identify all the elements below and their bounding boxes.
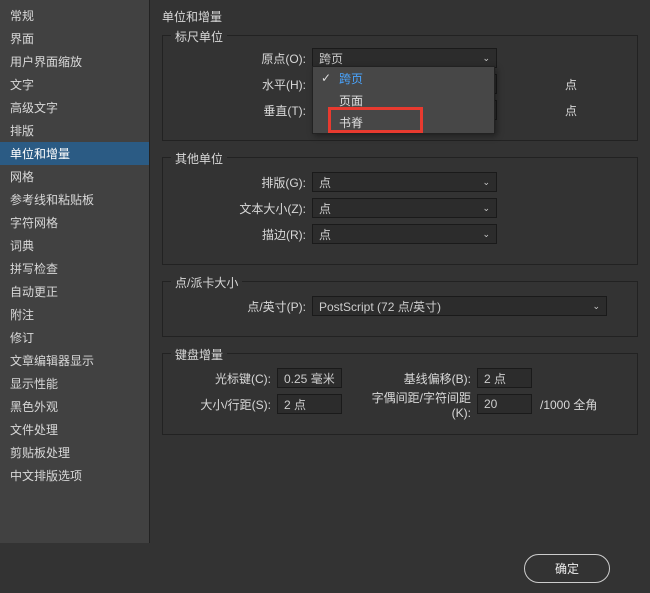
chevron-down-icon: ⌄ (482, 229, 490, 240)
chevron-down-icon: ⌄ (482, 53, 490, 64)
typesetting-select[interactable]: 点 ⌄ (312, 172, 497, 192)
horizontal-label: 水平(H): (177, 76, 312, 93)
sidebar-item-file-handling[interactable]: 文件处理 (0, 418, 149, 441)
textsize-label: 文本大小(Z): (177, 200, 312, 217)
typesetting-select-value: 点 (319, 174, 331, 191)
sidebar-item-track-changes[interactable]: 修订 (0, 326, 149, 349)
group-other-units-label: 其他单位 (171, 150, 227, 167)
sidebar-item-type[interactable]: 文字 (0, 73, 149, 96)
origin-select[interactable]: 跨页 ⌄ (312, 48, 497, 68)
group-ruler-units-label: 标尺单位 (171, 28, 227, 45)
content-panel: 单位和增量 标尺单位 原点(O): 跨页 ⌄ 水平(H): 点 ⌄ 点 垂直(T (150, 0, 650, 543)
kerning-unit: /1000 全角 (532, 396, 597, 413)
points-per-inch-label: 点/英寸(P): (177, 298, 312, 315)
sidebar-item-guides-pasteboard[interactable]: 参考线和粘贴板 (0, 188, 149, 211)
group-ruler-units: 标尺单位 原点(O): 跨页 ⌄ 水平(H): 点 ⌄ 点 垂直(T): 点 (162, 35, 638, 141)
sidebar-item-general[interactable]: 常规 (0, 4, 149, 27)
baseline-shift-label: 基线偏移(B): (357, 370, 477, 387)
sidebar-item-autocorrect[interactable]: 自动更正 (0, 280, 149, 303)
page-title: 单位和增量 (162, 8, 638, 25)
sidebar-item-story-editor[interactable]: 文章编辑器显示 (0, 349, 149, 372)
stroke-select[interactable]: 点 ⌄ (312, 224, 497, 244)
sidebar-item-interface[interactable]: 界面 (0, 27, 149, 50)
typesetting-label: 排版(G): (177, 174, 312, 191)
stroke-label: 描边(R): (177, 226, 312, 243)
stroke-select-value: 点 (319, 226, 331, 243)
textsize-select-value: 点 (319, 200, 331, 217)
origin-label: 原点(O): (177, 50, 312, 67)
ok-button[interactable]: 确定 (524, 554, 610, 583)
kerning-input[interactable]: 20 (477, 394, 532, 414)
sidebar-item-clipboard[interactable]: 剪贴板处理 (0, 441, 149, 464)
dropdown-item-spread[interactable]: 跨页 (313, 67, 494, 89)
sidebar-item-advanced-type[interactable]: 高级文字 (0, 96, 149, 119)
dialog-button-bar: 确定 (0, 543, 650, 593)
preferences-sidebar: 常规 界面 用户界面缩放 文字 高级文字 排版 单位和增量 网格 参考线和粘贴板… (0, 0, 150, 543)
group-point-pica-label: 点/派卡大小 (171, 274, 242, 291)
group-other-units: 其他单位 排版(G): 点 ⌄ 文本大小(Z): 点 ⌄ 描边(R): 点 (162, 157, 638, 265)
chevron-down-icon: ⌄ (482, 203, 490, 214)
dropdown-item-page[interactable]: 页面 (313, 89, 494, 111)
sidebar-item-units-increments[interactable]: 单位和增量 (0, 142, 149, 165)
sidebar-item-cjk-options[interactable]: 中文排版选项 (0, 464, 149, 487)
cursor-key-input[interactable]: 0.25 毫米 (277, 368, 342, 388)
group-keyboard-increments-label: 键盘增量 (171, 346, 227, 363)
group-point-pica: 点/派卡大小 点/英寸(P): PostScript (72 点/英寸) ⌄ (162, 281, 638, 337)
sidebar-item-spelling[interactable]: 拼写检查 (0, 257, 149, 280)
cursor-key-label: 光标键(C): (177, 370, 277, 387)
sidebar-item-char-grid[interactable]: 字符网格 (0, 211, 149, 234)
points-per-inch-value: PostScript (72 点/英寸) (319, 298, 441, 315)
chevron-down-icon: ⌄ (592, 301, 600, 312)
sidebar-item-dictionary[interactable]: 词典 (0, 234, 149, 257)
chevron-down-icon: ⌄ (482, 177, 490, 188)
kerning-label: 字偶间距/字符间距 (K): (357, 389, 477, 420)
dropdown-item-spine[interactable]: 书脊 (313, 111, 494, 133)
origin-dropdown-menu: 跨页 页面 书脊 (312, 66, 495, 134)
sidebar-item-notes[interactable]: 附注 (0, 303, 149, 326)
vertical-label: 垂直(T): (177, 102, 312, 119)
baseline-shift-input[interactable]: 2 点 (477, 368, 532, 388)
horizontal-unit: 点 (557, 76, 577, 93)
sidebar-item-composition[interactable]: 排版 (0, 119, 149, 142)
sidebar-item-black-appearance[interactable]: 黑色外观 (0, 395, 149, 418)
sidebar-item-ui-scaling[interactable]: 用户界面缩放 (0, 50, 149, 73)
sidebar-item-display-perf[interactable]: 显示性能 (0, 372, 149, 395)
sidebar-item-grids[interactable]: 网格 (0, 165, 149, 188)
size-leading-label: 大小/行距(S): (177, 396, 277, 413)
textsize-select[interactable]: 点 ⌄ (312, 198, 497, 218)
points-per-inch-select[interactable]: PostScript (72 点/英寸) ⌄ (312, 296, 607, 316)
vertical-unit: 点 (557, 102, 577, 119)
origin-select-value: 跨页 (319, 50, 343, 67)
group-keyboard-increments: 键盘增量 光标键(C): 0.25 毫米 基线偏移(B): 2 点 大小/行距(… (162, 353, 638, 435)
size-leading-input[interactable]: 2 点 (277, 394, 342, 414)
